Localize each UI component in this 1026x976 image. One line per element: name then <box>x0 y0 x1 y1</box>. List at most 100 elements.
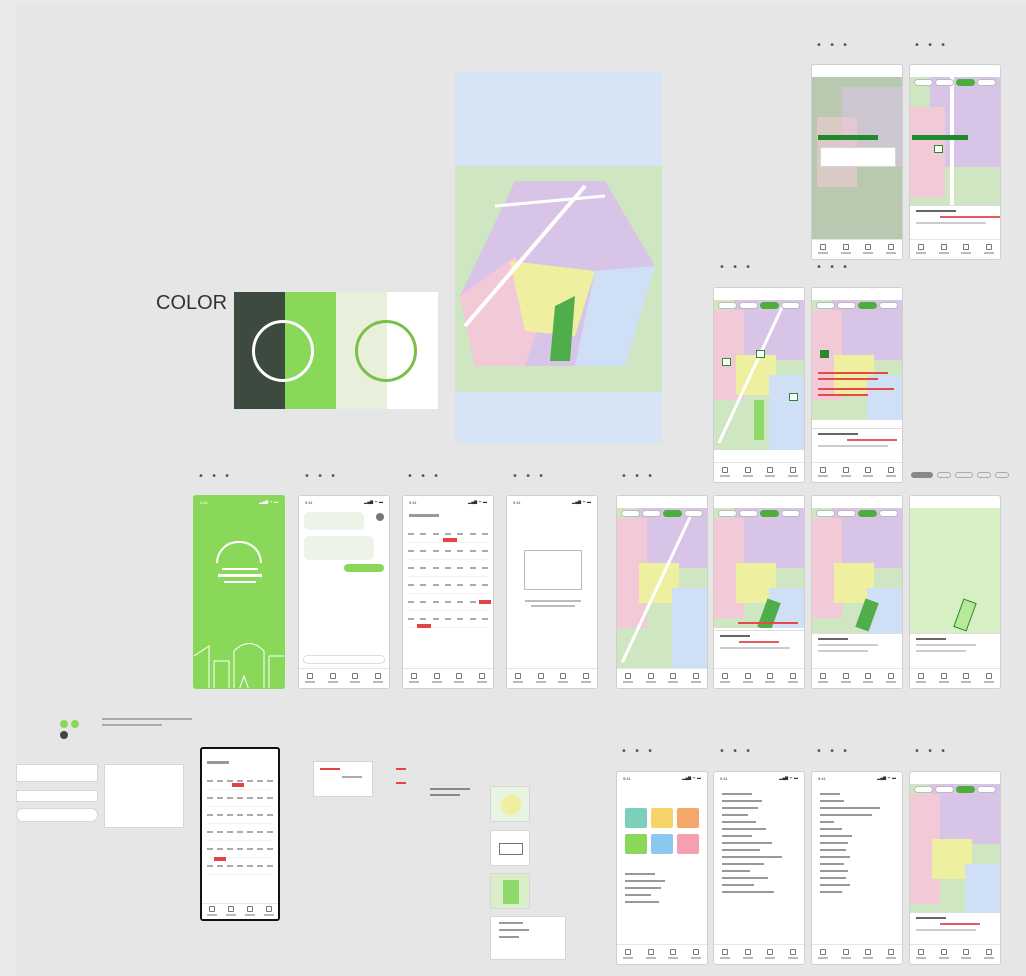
calendar-event-tag[interactable] <box>214 857 226 861</box>
tab-my[interactable] <box>885 672 896 685</box>
category-chips[interactable] <box>914 79 996 86</box>
tab-chat[interactable] <box>961 672 972 685</box>
tab-my[interactable] <box>885 466 896 479</box>
tab-chat[interactable] <box>454 672 465 685</box>
tab-my[interactable] <box>263 905 274 918</box>
tab-my[interactable] <box>983 948 994 961</box>
tab-home[interactable] <box>623 948 634 961</box>
tab-map[interactable] <box>225 905 236 918</box>
category-tile[interactable] <box>651 808 673 828</box>
university-emblem-white <box>252 320 314 382</box>
bottom-tab-bar <box>617 944 707 964</box>
tab-chat[interactable] <box>863 243 874 256</box>
modal-dialog[interactable] <box>820 147 896 167</box>
tab-my[interactable] <box>580 672 591 685</box>
tab-map[interactable] <box>535 672 546 685</box>
tab-chat[interactable] <box>863 466 874 479</box>
tab-home[interactable] <box>305 672 316 685</box>
tab-map[interactable] <box>938 672 949 685</box>
tab-map[interactable] <box>645 948 656 961</box>
tab-home[interactable] <box>916 243 927 256</box>
tab-home[interactable] <box>818 672 829 685</box>
category-chips[interactable] <box>718 510 800 517</box>
tab-home[interactable] <box>818 466 829 479</box>
tab-chat[interactable] <box>668 948 679 961</box>
tab-my[interactable] <box>690 948 701 961</box>
category-tile[interactable] <box>677 808 699 828</box>
building-marker-selected[interactable] <box>820 350 829 358</box>
tab-map[interactable] <box>742 948 753 961</box>
category-chips[interactable] <box>816 302 898 309</box>
building-marker[interactable] <box>722 358 731 366</box>
tab-map[interactable] <box>742 466 753 479</box>
tab-map[interactable] <box>938 948 949 961</box>
building-marker[interactable] <box>756 350 765 358</box>
calendar-event-tag[interactable] <box>417 624 431 628</box>
category-tile[interactable] <box>625 834 647 854</box>
tab-home[interactable] <box>623 672 634 685</box>
tab-map[interactable] <box>742 672 753 685</box>
building-marker[interactable] <box>934 145 943 153</box>
tab-my[interactable] <box>787 948 798 961</box>
tab-home[interactable] <box>513 672 524 685</box>
tab-home[interactable] <box>206 905 217 918</box>
category-tile[interactable] <box>651 834 673 854</box>
calendar-event-tag[interactable] <box>443 538 457 542</box>
tab-chat[interactable] <box>961 948 972 961</box>
calendar-event-tag[interactable] <box>232 783 244 787</box>
chat-input[interactable] <box>303 655 385 664</box>
tab-chat[interactable] <box>863 672 874 685</box>
category-chips[interactable] <box>718 302 800 309</box>
tab-map[interactable] <box>840 948 851 961</box>
tab-home[interactable] <box>720 672 731 685</box>
tab-home[interactable] <box>720 948 731 961</box>
tab-my[interactable] <box>787 672 798 685</box>
room-list[interactable] <box>812 788 902 898</box>
tab-my[interactable] <box>787 466 798 479</box>
input-component[interactable] <box>16 808 98 822</box>
tab-chat[interactable] <box>765 466 776 479</box>
toggle-component[interactable] <box>60 719 86 729</box>
tab-my[interactable] <box>372 672 383 685</box>
tab-my[interactable] <box>690 672 701 685</box>
calendar-event-tag[interactable] <box>479 600 491 604</box>
tab-my[interactable] <box>885 948 896 961</box>
tab-home[interactable] <box>818 948 829 961</box>
tab-chat[interactable] <box>961 243 972 256</box>
building-list[interactable] <box>714 788 804 898</box>
tab-chat[interactable] <box>350 672 361 685</box>
tab-my[interactable] <box>983 672 994 685</box>
tab-home[interactable] <box>409 672 420 685</box>
tab-map[interactable] <box>327 672 338 685</box>
tab-chat[interactable] <box>668 672 679 685</box>
tab-home[interactable] <box>916 948 927 961</box>
red-label <box>396 768 406 770</box>
category-chips[interactable] <box>914 786 996 793</box>
tab-map[interactable] <box>938 243 949 256</box>
empty-state-text <box>531 605 575 607</box>
bottom-tab-bar <box>910 239 1000 259</box>
tab-map[interactable] <box>431 672 442 685</box>
building-marker[interactable] <box>789 393 798 401</box>
tab-home[interactable] <box>916 672 927 685</box>
category-chips[interactable] <box>816 510 898 517</box>
tab-map[interactable] <box>840 466 851 479</box>
info-sheet <box>910 205 1000 241</box>
category-chips[interactable] <box>621 510 703 517</box>
tab-map[interactable] <box>840 672 851 685</box>
tab-chat[interactable] <box>863 948 874 961</box>
tab-chat[interactable] <box>765 672 776 685</box>
tab-chat[interactable] <box>558 672 569 685</box>
tab-chat[interactable] <box>765 948 776 961</box>
category-tile[interactable] <box>625 808 647 828</box>
bottom-tab-bar <box>812 462 902 482</box>
tab-map[interactable] <box>840 243 851 256</box>
tab-my[interactable] <box>476 672 487 685</box>
tab-home[interactable] <box>720 466 731 479</box>
tab-chat[interactable] <box>244 905 255 918</box>
tab-map[interactable] <box>645 672 656 685</box>
category-tile[interactable] <box>677 834 699 854</box>
tab-my[interactable] <box>983 243 994 256</box>
tab-my[interactable] <box>885 243 896 256</box>
tab-home[interactable] <box>818 243 829 256</box>
